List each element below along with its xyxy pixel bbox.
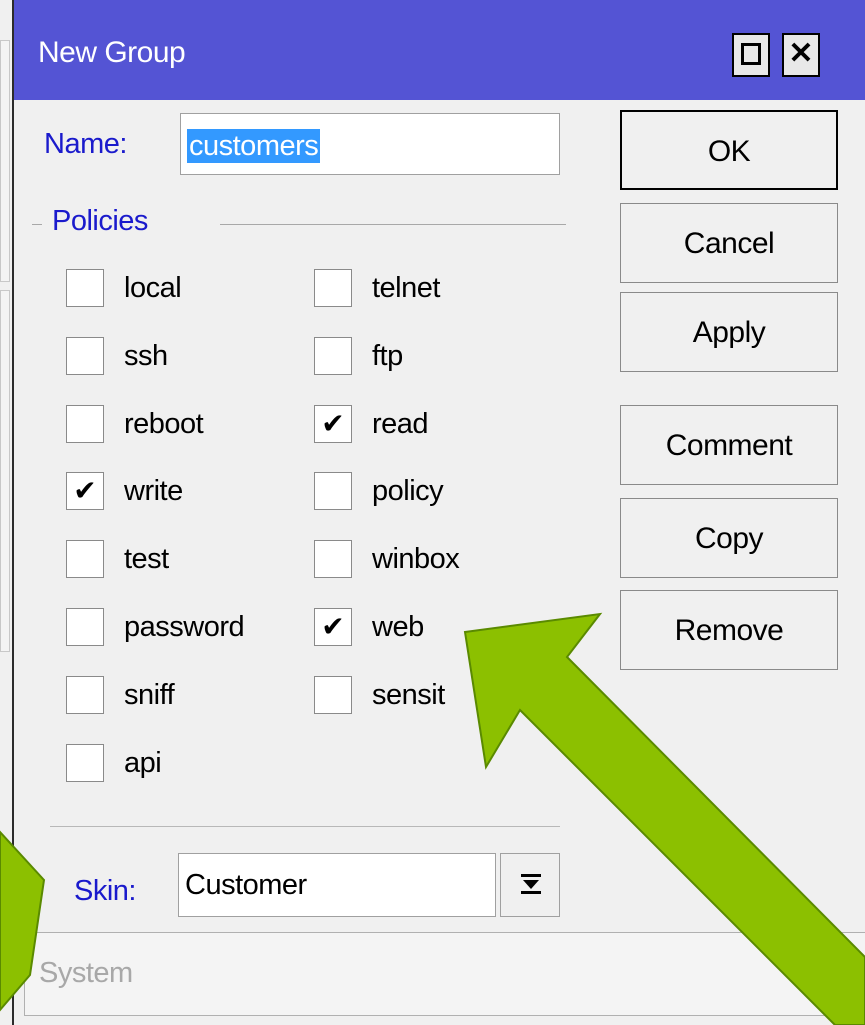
policy-checkbox[interactable]	[314, 472, 352, 510]
policy-label: read	[372, 407, 429, 440]
policy-policy[interactable]: policy	[314, 468, 444, 514]
policy-write[interactable]: ✔ write	[66, 468, 183, 514]
policy-password[interactable]: password	[66, 604, 245, 650]
policy-checkbox[interactable]	[314, 337, 352, 375]
policy-web[interactable]: ✔ web	[314, 604, 424, 650]
background-window-strip	[0, 40, 10, 282]
policy-label: winbox	[372, 542, 460, 575]
policy-label: telnet	[372, 271, 440, 304]
policy-checkbox[interactable]: ✔	[314, 608, 352, 646]
ok-button[interactable]: OK	[620, 110, 838, 190]
policy-checkbox[interactable]	[66, 337, 104, 375]
background-window-strip	[0, 290, 10, 652]
apply-button[interactable]: Apply	[620, 292, 838, 372]
status-bar: System	[24, 932, 865, 1016]
policy-label: sniff	[124, 678, 175, 711]
policy-ssh[interactable]: ssh	[66, 333, 168, 379]
policy-checkbox[interactable]	[66, 744, 104, 782]
policy-api[interactable]: api	[66, 740, 162, 786]
policy-test[interactable]: test	[66, 536, 169, 582]
close-icon[interactable]: ✕	[782, 33, 820, 77]
title-bar[interactable]: New Group ✕	[14, 0, 865, 100]
policy-label: test	[124, 542, 169, 575]
policy-telnet[interactable]: telnet	[314, 265, 440, 311]
window-title: New Group	[38, 36, 186, 69]
name-input-value: customers	[187, 129, 321, 163]
policy-label: sensit	[372, 678, 445, 711]
policies-group-border	[32, 224, 42, 225]
policy-checkbox[interactable]	[314, 676, 352, 714]
comment-button[interactable]: Comment	[620, 405, 838, 485]
dropdown-arrow-icon	[521, 874, 541, 894]
policy-label: local	[124, 271, 182, 304]
policies-group-border	[220, 224, 566, 225]
cancel-button[interactable]: Cancel	[620, 203, 838, 283]
policy-checkbox[interactable]	[66, 269, 104, 307]
policy-label: ssh	[124, 339, 168, 372]
policy-label: write	[124, 474, 183, 507]
policy-label: web	[372, 610, 424, 643]
new-group-dialog: New Group ✕ Name: customers Policies loc…	[12, 0, 865, 1025]
policy-checkbox[interactable]	[314, 540, 352, 578]
name-input[interactable]: customers	[180, 113, 560, 175]
policy-checkbox[interactable]	[66, 676, 104, 714]
policy-reboot[interactable]: reboot	[66, 401, 204, 447]
policy-checkbox[interactable]	[66, 608, 104, 646]
policy-label: api	[124, 746, 162, 779]
policy-label: ftp	[372, 339, 403, 372]
maximize-icon[interactable]	[732, 33, 770, 77]
separator	[50, 826, 560, 827]
policy-local[interactable]: local	[66, 265, 182, 311]
name-label: Name:	[44, 128, 127, 160]
skin-select[interactable]: Customer	[178, 853, 496, 917]
policy-winbox[interactable]: winbox	[314, 536, 460, 582]
policy-label: reboot	[124, 407, 204, 440]
policy-checkbox[interactable]	[314, 269, 352, 307]
policy-sensit[interactable]: sensit	[314, 672, 445, 718]
policy-read[interactable]: ✔ read	[314, 401, 429, 447]
policy-sniff[interactable]: sniff	[66, 672, 175, 718]
copy-button[interactable]: Copy	[620, 498, 838, 578]
policy-ftp[interactable]: ftp	[314, 333, 403, 379]
policy-label: policy	[372, 474, 444, 507]
skin-dropdown-button[interactable]	[500, 853, 560, 917]
remove-button[interactable]: Remove	[620, 590, 838, 670]
policies-label: Policies	[52, 205, 148, 237]
status-text: System	[39, 957, 133, 989]
policy-checkbox[interactable]: ✔	[66, 472, 104, 510]
policy-checkbox[interactable]	[66, 405, 104, 443]
policy-checkbox[interactable]	[66, 540, 104, 578]
policy-label: password	[124, 610, 245, 643]
policy-checkbox[interactable]: ✔	[314, 405, 352, 443]
skin-label: Skin:	[74, 875, 136, 907]
